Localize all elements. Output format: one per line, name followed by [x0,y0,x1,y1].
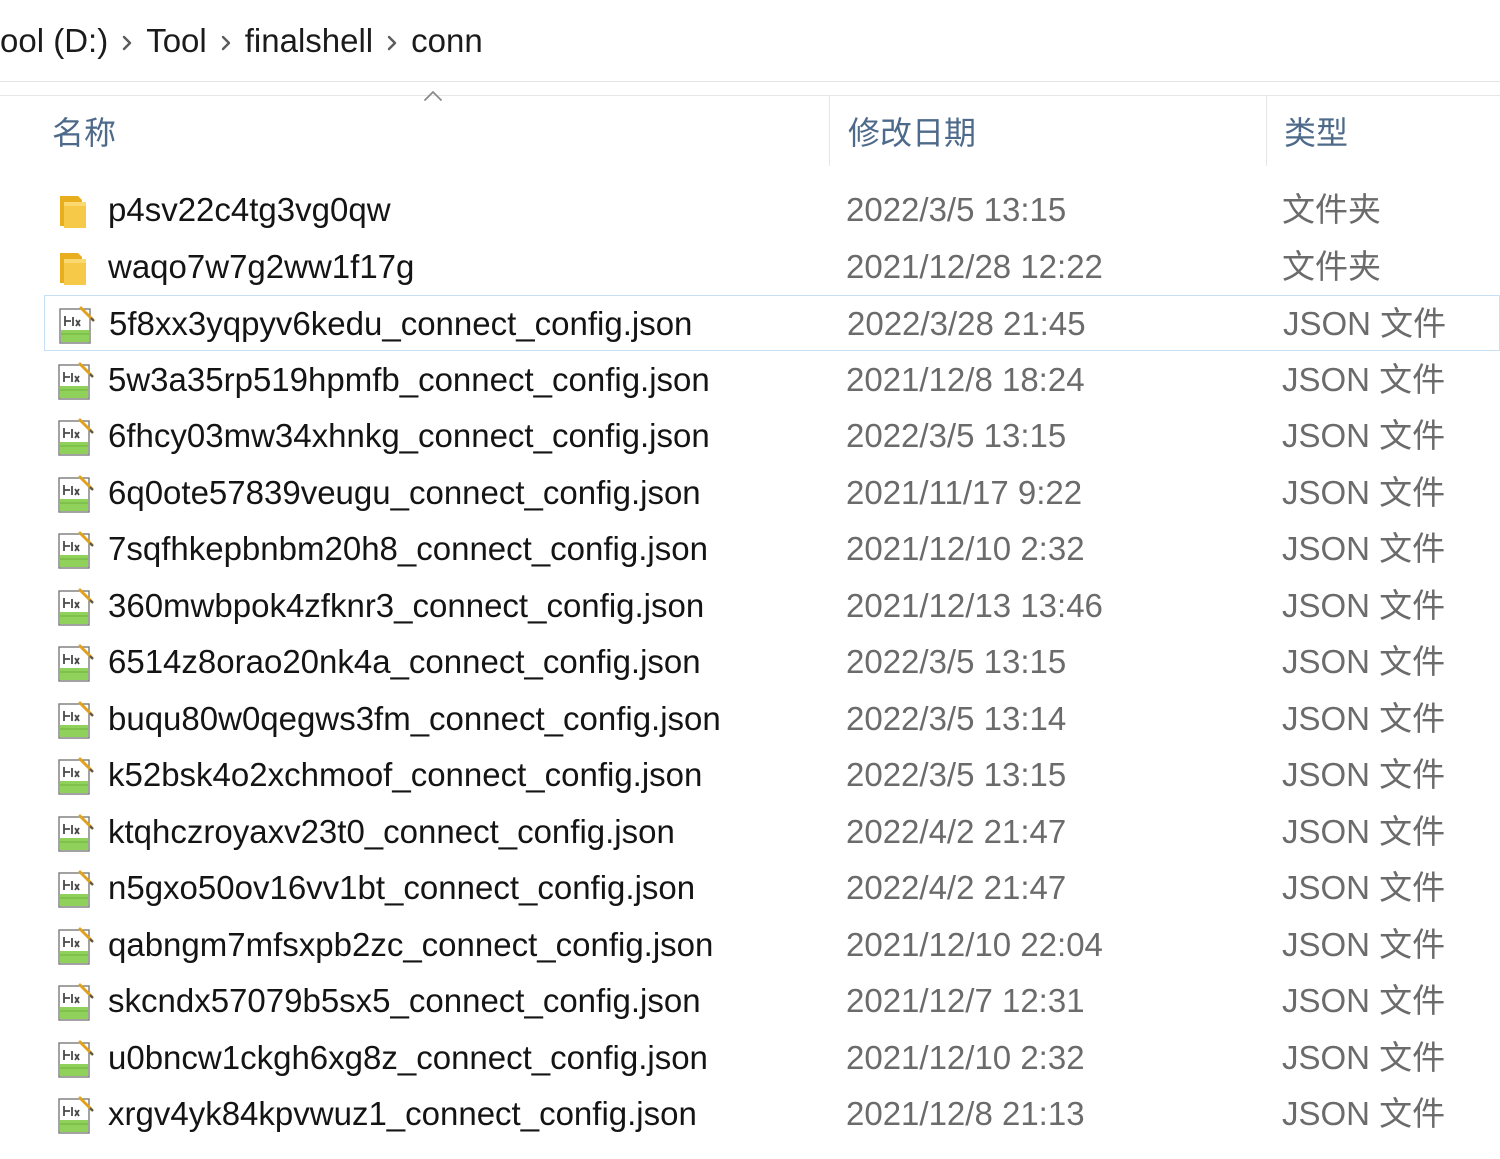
file-type: JSON 文件 [1282,756,1446,793]
json-file-icon [56,642,94,684]
file-row[interactable]: u0bncw1ckgh6xg8z_connect_config.json 2021… [44,1030,1500,1086]
column-header: 名称 修改日期 类型 [0,91,1500,166]
file-modified-date: 2022/3/5 13:15 [846,756,1067,793]
column-header-type[interactable]: 类型 [1266,96,1500,166]
folder-icon [56,247,94,289]
file-type: JSON 文件 [1282,1095,1446,1132]
file-name: 360mwbpok4zfknr3_connect_config.json [108,586,705,624]
file-modified-date: 2021/11/17 9:22 [846,473,1083,511]
breadcrumb: ool (D:) Tool finalshell conn [0,0,1500,82]
file-type: JSON 文件 [1282,1038,1446,1076]
file-modified-date: 2021/12/10 22:04 [846,925,1103,963]
file-modified-date: 2021/12/7 12:31 [846,982,1085,1019]
file-name: 5w3a35rp519hpmfb_connect_config.json [108,360,710,398]
file-name: 6fhcy03mw34xhnkg_connect_config.json [108,417,710,454]
file-type: JSON 文件 [1282,812,1446,850]
json-file-icon [56,473,94,515]
file-name: 6q0ote57839veugu_connect_config.json [108,473,701,511]
file-row[interactable]: k52bsk4o2xchmoof_connect_config.json 2022… [44,747,1500,803]
json-file-icon [56,416,94,458]
file-name: u0bncw1ckgh6xg8z_connect_config.json [108,1038,708,1076]
breadcrumb-item-drive[interactable]: ool (D:) [0,24,108,57]
json-file-icon [56,755,94,797]
breadcrumb-item-tool[interactable]: Tool [146,24,207,57]
column-header-date[interactable]: 修改日期 [829,96,1266,166]
json-file-icon [56,586,94,628]
file-name: ktqhczroyaxv23t0_connect_config.json [108,812,675,850]
file-name: 7sqfhkepbnbm20h8_connect_config.json [108,530,708,567]
file-type: JSON 文件 [1282,530,1446,567]
file-modified-date: 2021/12/8 18:24 [846,360,1085,398]
file-modified-date: 2022/3/5 13:15 [846,643,1067,680]
file-row[interactable]: 6fhcy03mw34xhnkg_connect_config.json 2022… [44,408,1500,464]
file-row[interactable]: 360mwbpok4zfknr3_connect_config.json 2021… [44,578,1500,634]
json-file-icon [57,304,95,346]
file-modified-date: 2021/12/28 12:22 [846,247,1103,285]
file-row[interactable]: 6q0ote57839veugu_connect_config.json 2021… [44,465,1500,521]
file-type: JSON 文件 [1282,643,1446,680]
file-row[interactable]: skcndx57079b5sx5_connect_config.json 2021… [44,973,1500,1029]
file-type: 文件夹 [1282,191,1381,228]
file-type: 文件夹 [1282,247,1381,285]
file-type: JSON 文件 [1282,869,1446,906]
breadcrumb-item-finalshell[interactable]: finalshell [245,24,373,57]
file-name: waqo7w7g2ww1f17g [108,247,415,285]
folder-icon [56,190,94,232]
column-header-name[interactable]: 名称 [0,96,829,166]
file-name: qabngm7mfsxpb2zc_connect_config.json [108,925,714,963]
file-name: 6514z8orao20nk4a_connect_config.json [108,643,701,680]
file-row[interactable]: xrgv4yk84kpvwuz1_connect_config.json 2021… [44,1086,1500,1142]
file-modified-date: 2021/12/8 21:13 [846,1095,1085,1132]
json-file-icon [56,699,94,741]
file-type: JSON 文件 [1282,360,1446,398]
file-name: 5f8xx3yqpyv6kedu_connect_config.json [109,305,693,342]
file-type: JSON 文件 [1282,925,1446,963]
json-file-icon [56,925,94,967]
file-name: xrgv4yk84kpvwuz1_connect_config.json [108,1095,697,1132]
json-file-icon [56,1094,94,1136]
file-name: p4sv22c4tg3vg0qw [108,191,391,228]
file-type: JSON 文件 [1282,982,1446,1019]
file-type: JSON 文件 [1283,305,1447,342]
json-file-icon [56,529,94,571]
file-modified-date: 2022/4/2 21:47 [846,869,1067,906]
file-modified-date: 2021/12/13 13:46 [846,586,1103,624]
file-type: JSON 文件 [1282,699,1446,737]
json-file-icon [56,1038,94,1080]
chevron-right-icon[interactable] [373,29,411,55]
json-file-icon [56,360,94,402]
file-modified-date: 2022/3/28 21:45 [847,305,1086,342]
file-row[interactable]: p4sv22c4tg3vg0qw 2022/3/5 13:15 文件夹 [44,182,1500,238]
file-row[interactable]: 6514z8orao20nk4a_connect_config.json 2022… [44,634,1500,690]
file-type: JSON 文件 [1282,586,1446,624]
file-row[interactable]: ktqhczroyaxv23t0_connect_config.json 2022… [44,804,1500,860]
file-row[interactable]: 5w3a35rp519hpmfb_connect_config.json 2021… [44,352,1500,408]
file-row[interactable]: n5gxo50ov16vv1bt_connect_config.json 2022… [44,860,1500,916]
json-file-icon [56,868,94,910]
file-name: buqu80w0qegws3fm_connect_config.json [108,699,721,737]
file-row[interactable]: qabngm7mfsxpb2zc_connect_config.json 2021… [44,917,1500,973]
file-modified-date: 2021/12/10 2:32 [846,530,1085,567]
file-type: JSON 文件 [1282,473,1446,511]
breadcrumb-item-conn[interactable]: conn [411,24,483,57]
file-name: k52bsk4o2xchmoof_connect_config.json [108,756,703,793]
file-type: JSON 文件 [1282,417,1446,454]
file-name: skcndx57079b5sx5_connect_config.json [108,982,701,1019]
chevron-right-icon[interactable] [108,29,146,55]
file-row[interactable]: 5f8xx3yqpyv6kedu_connect_config.json 2022… [44,295,1500,351]
file-name: n5gxo50ov16vv1bt_connect_config.json [108,869,696,906]
file-modified-date: 2022/4/2 21:47 [846,812,1067,850]
file-modified-date: 2022/3/5 13:15 [846,191,1067,228]
file-modified-date: 2022/3/5 13:14 [846,699,1067,737]
file-row[interactable]: waqo7w7g2ww1f17g 2021/12/28 12:22 文件夹 [44,239,1500,295]
file-row[interactable]: 7sqfhkepbnbm20h8_connect_config.json 2021… [44,521,1500,577]
file-modified-date: 2021/12/10 2:32 [846,1038,1085,1076]
json-file-icon [56,812,94,854]
file-row[interactable]: buqu80w0qegws3fm_connect_config.json 2022… [44,691,1500,747]
json-file-icon [56,981,94,1023]
chevron-right-icon[interactable] [207,29,245,55]
file-modified-date: 2022/3/5 13:15 [846,417,1067,454]
